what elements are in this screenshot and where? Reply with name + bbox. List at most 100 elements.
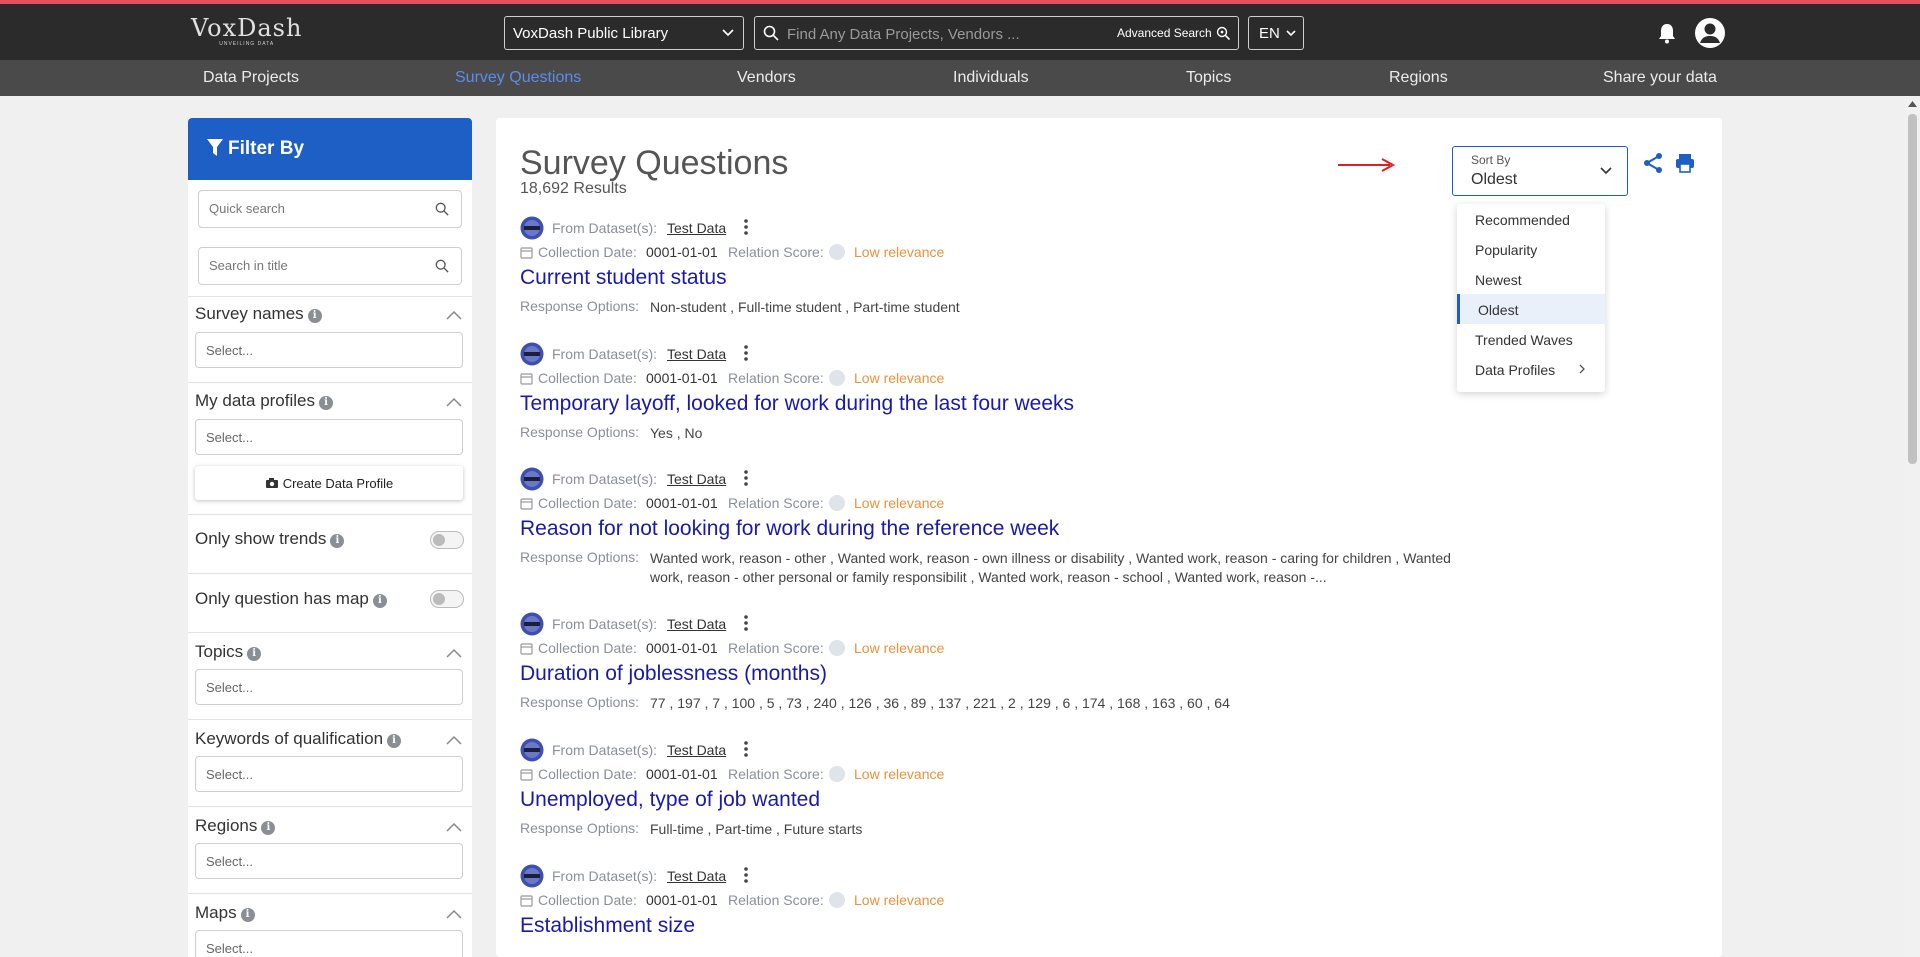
dataset-link[interactable]: Test Data — [667, 616, 726, 632]
global-search[interactable]: Advanced Search — [754, 16, 1239, 50]
only-map-title: Only question has map i — [195, 589, 387, 609]
sort-option-data-profiles[interactable]: Data Profiles — [1457, 354, 1605, 384]
topics-section-title[interactable]: Topics i — [195, 642, 262, 662]
my-data-profiles-select[interactable]: Select... — [195, 419, 463, 455]
only-trends-toggle[interactable] — [430, 531, 464, 549]
question-title-link[interactable]: Current student status — [520, 266, 727, 290]
nav-individuals[interactable]: Individuals — [953, 69, 1029, 87]
library-select[interactable]: VoxDash Public Library — [504, 16, 744, 50]
question-title-link[interactable]: Duration of joblessness (months) — [520, 662, 827, 686]
dataset-link[interactable]: Test Data — [667, 868, 726, 884]
advanced-search-icon[interactable] — [1215, 25, 1231, 41]
relation-score-label: Relation Score: — [728, 495, 824, 511]
info-icon[interactable]: i — [240, 908, 255, 922]
more-vertical-icon[interactable] — [743, 469, 749, 487]
regions-label: Regions — [195, 816, 258, 835]
maps-section-title[interactable]: Maps i — [195, 903, 255, 923]
language-select[interactable]: EN — [1248, 16, 1304, 50]
survey-names-label: Survey names — [195, 304, 304, 323]
more-vertical-icon[interactable] — [743, 218, 749, 236]
more-vertical-icon[interactable] — [743, 614, 749, 632]
regions-section-title[interactable]: Regions i — [195, 816, 276, 836]
question-title-link[interactable]: Establishment size — [520, 914, 695, 938]
response-options-label: Response Options: — [520, 694, 640, 710]
response-options-label: Response Options: — [520, 298, 640, 314]
top-header: VoxDash UNVEILING DATA VoxDash Public Li… — [0, 4, 1920, 60]
bell-icon[interactable] — [1656, 22, 1678, 44]
collection-date-value: 0001-01-01 — [646, 244, 718, 260]
sort-by-value: Oldest — [1471, 171, 1518, 188]
maps-select[interactable]: Select... — [195, 930, 463, 957]
sort-option-newest[interactable]: Newest — [1457, 264, 1605, 294]
info-icon[interactable]: i — [247, 647, 262, 661]
nav-data-projects[interactable]: Data Projects — [203, 69, 299, 87]
more-vertical-icon[interactable] — [743, 740, 749, 758]
survey-names-select[interactable]: Select... — [195, 332, 463, 368]
relation-score-label: Relation Score: — [728, 640, 824, 656]
info-icon[interactable]: i — [261, 821, 276, 835]
topics-select[interactable]: Select... — [195, 669, 463, 705]
nav-regions[interactable]: Regions — [1389, 69, 1448, 87]
info-icon[interactable]: i — [319, 396, 333, 410]
chevron-up-icon[interactable] — [446, 735, 462, 745]
title-search-input[interactable] — [209, 258, 409, 273]
create-data-profile-button[interactable]: Create Data Profile — [195, 466, 463, 500]
page-scrollbar[interactable] — [1905, 96, 1920, 957]
print-icon[interactable] — [1674, 152, 1696, 174]
keywords-section-title[interactable]: Keywords of qualification i — [195, 729, 402, 749]
only-map-toggle[interactable] — [430, 590, 464, 608]
sort-by-select[interactable]: Sort By Oldest — [1452, 146, 1628, 196]
chevron-up-icon[interactable] — [446, 397, 462, 407]
sort-option-recommended[interactable]: Recommended — [1457, 204, 1605, 234]
relation-score-label: Relation Score: — [728, 766, 824, 782]
search-icon — [435, 259, 449, 273]
chevron-up-icon[interactable] — [446, 909, 462, 919]
logo[interactable]: VoxDash UNVEILING DATA — [191, 15, 302, 47]
global-search-input[interactable] — [787, 23, 1087, 45]
sort-option-trended-waves[interactable]: Trended Waves — [1457, 324, 1605, 354]
dataset-link[interactable]: Test Data — [667, 471, 726, 487]
calendar-icon — [520, 769, 533, 781]
results-panel: Survey Questions 18,692 Results Sort By … — [496, 118, 1722, 957]
question-title-link[interactable]: Unemployed, type of job wanted — [520, 788, 820, 812]
dataset-link[interactable]: Test Data — [667, 346, 726, 362]
response-options-label: Response Options: — [520, 820, 640, 836]
info-icon[interactable]: i — [330, 534, 345, 548]
question-title-link[interactable]: Reason for not looking for work during t… — [520, 517, 1059, 541]
nav-survey-questions[interactable]: Survey Questions — [455, 69, 581, 87]
nav-topics[interactable]: Topics — [1186, 69, 1231, 87]
sort-option-oldest[interactable]: Oldest — [1457, 294, 1605, 324]
info-icon[interactable]: i — [307, 309, 322, 323]
chevron-up-icon[interactable] — [446, 822, 462, 832]
info-icon[interactable]: i — [387, 734, 402, 748]
chevron-up-icon[interactable] — [446, 648, 462, 658]
question-title-link[interactable]: Temporary layoff, looked for work during… — [520, 392, 1074, 416]
calendar-icon — [520, 373, 533, 385]
scroll-up-arrow-icon[interactable] — [1908, 100, 1917, 108]
nav-vendors[interactable]: Vendors — [737, 69, 796, 87]
user-avatar-icon[interactable] — [1694, 17, 1726, 49]
survey-names-section-title[interactable]: Survey names i — [195, 304, 322, 324]
sort-option-popularity[interactable]: Popularity — [1457, 234, 1605, 264]
collection-date-value: 0001-01-01 — [646, 370, 718, 386]
relevance-indicator-icon — [829, 892, 845, 908]
nav-share-your-data[interactable]: Share your data — [1603, 69, 1717, 87]
quick-search-field[interactable] — [198, 190, 462, 228]
scrollbar-thumb[interactable] — [1908, 114, 1917, 464]
more-vertical-icon[interactable] — [743, 344, 749, 362]
more-vertical-icon[interactable] — [743, 866, 749, 884]
sort-options-menu: Recommended Popularity Newest Oldest Tre… — [1457, 204, 1605, 392]
share-icon[interactable] — [1642, 152, 1664, 174]
relevance-indicator-icon — [829, 640, 845, 656]
response-options-value: Non-student , Full-time student , Part-t… — [650, 299, 960, 315]
dataset-link[interactable]: Test Data — [667, 220, 726, 236]
keywords-select[interactable]: Select... — [195, 756, 463, 792]
quick-search-input[interactable] — [209, 201, 409, 216]
info-icon[interactable]: i — [372, 594, 387, 608]
title-search-field[interactable] — [198, 247, 462, 285]
regions-select[interactable]: Select... — [195, 843, 463, 879]
my-data-profiles-section-title[interactable]: My data profiles i — [195, 391, 333, 411]
advanced-search-link[interactable]: Advanced Search — [1117, 26, 1212, 40]
chevron-up-icon[interactable] — [446, 310, 462, 320]
dataset-link[interactable]: Test Data — [667, 742, 726, 758]
